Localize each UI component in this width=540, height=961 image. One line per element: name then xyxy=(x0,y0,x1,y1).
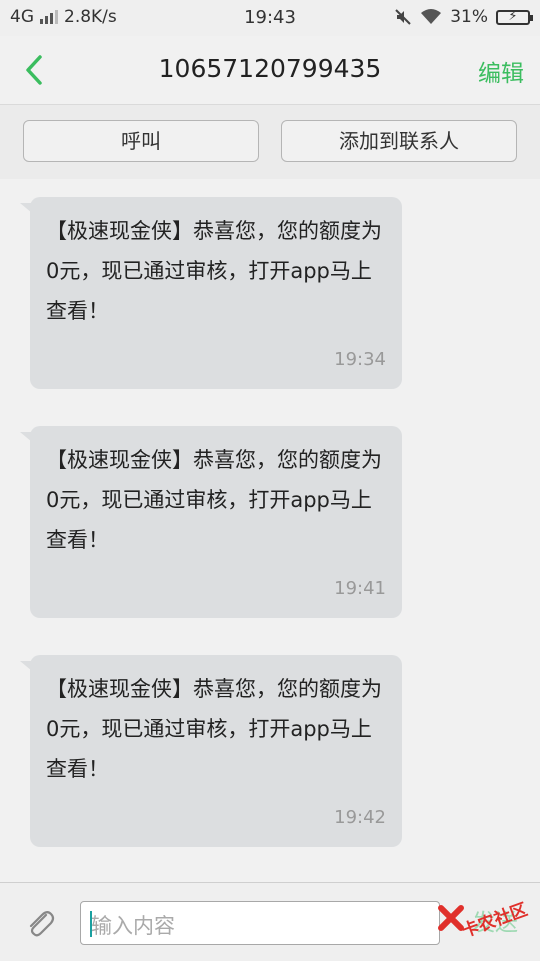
watermark-logo: 卡农社区 xyxy=(438,899,530,941)
add-to-contacts-button[interactable]: 添加到联系人 xyxy=(281,120,517,162)
message-text: 【极速现金侠】恭喜您，您的额度为0元，现已通过审核，打开app马上查看！ xyxy=(46,219,382,323)
edit-button[interactable]: 编辑 xyxy=(478,54,524,88)
mute-icon xyxy=(395,9,411,25)
battery-icon: ⚡ xyxy=(496,9,533,25)
wifi-icon xyxy=(421,9,442,24)
message-input[interactable]: 输入内容 xyxy=(80,901,440,945)
message-bubble[interactable]: 【极速现金侠】恭喜您，您的额度为0元，现已通过审核，打开app马上查看！ 19:… xyxy=(20,197,402,389)
message-time: 19:42 xyxy=(334,807,386,828)
contact-actions: 呼叫 添加到联系人 xyxy=(0,105,540,179)
message-text: 【极速现金侠】恭喜您，您的额度为0元，现已通过审核，打开app马上查看！ xyxy=(46,677,382,781)
battery-percent: 31% xyxy=(450,7,488,27)
status-right: 31% ⚡ xyxy=(394,7,533,27)
call-button[interactable]: 呼叫 xyxy=(23,120,259,162)
message-input-placeholder: 输入内容 xyxy=(91,914,175,938)
text-caret xyxy=(90,911,92,937)
message-thread[interactable]: 【极速现金侠】恭喜您，您的额度为0元，现已通过审核，打开app马上查看！ 19:… xyxy=(0,180,540,882)
message-time: 19:34 xyxy=(334,349,386,370)
message-bubble[interactable]: 【极速现金侠】恭喜您，您的额度为0元，现已通过审核，打开app马上查看！ 19:… xyxy=(20,426,402,618)
message-bubble[interactable]: 【极速现金侠】恭喜您，您的额度为0元，现已通过审核，打开app马上查看！ 19:… xyxy=(20,655,402,847)
contact-number-title: 10657120799435 xyxy=(158,54,382,83)
status-bar: 4G 2.8K/s 19:43 31% ⚡ xyxy=(0,0,540,36)
message-text: 【极速现金侠】恭喜您，您的额度为0元，现已通过审核，打开app马上查看！ xyxy=(46,448,382,552)
message-time: 19:41 xyxy=(334,578,386,599)
paperclip-icon[interactable] xyxy=(24,907,56,941)
conversation-header: 10657120799435 编辑 xyxy=(0,36,540,105)
